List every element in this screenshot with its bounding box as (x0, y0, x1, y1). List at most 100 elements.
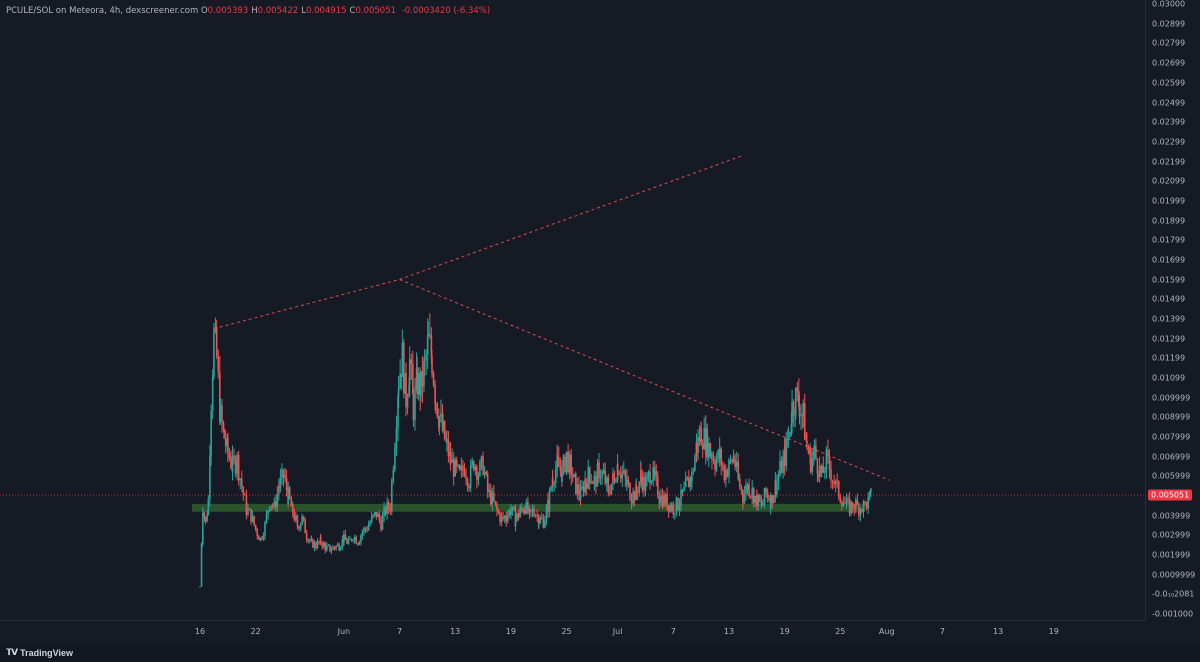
candle-body (723, 469, 726, 481)
candle-body (204, 516, 207, 522)
candle-body (429, 334, 431, 337)
candle-body (524, 509, 526, 514)
candle-body (841, 501, 843, 507)
candle-body (339, 547, 342, 550)
chart-legend: PCULE/SOL on Meteora, 4h, dexscreener.co… (6, 6, 493, 16)
candlestick-chart[interactable] (0, 0, 1145, 620)
candle-body (390, 481, 393, 512)
candle-body (447, 439, 450, 457)
tradingview-brand[interactable]: 𝗧𝗩 TradingView (6, 647, 73, 658)
candle-body (288, 487, 291, 499)
candle-body (658, 502, 661, 504)
candle-body (711, 453, 713, 460)
candle-body (520, 507, 523, 510)
candle-body (324, 546, 327, 551)
candle-body (399, 373, 401, 389)
candle-body (796, 387, 799, 392)
candle-body (248, 508, 251, 510)
candle-body (403, 342, 405, 394)
candle-body (850, 502, 852, 514)
candle-body (210, 411, 212, 456)
candle-body (369, 522, 371, 526)
candle-body (293, 513, 296, 521)
candle-body (769, 495, 772, 509)
candle-body (601, 471, 603, 478)
candle-body (616, 463, 619, 474)
price-tick-label: 0.006999 (1152, 452, 1191, 462)
candle-body (815, 445, 817, 459)
candle-body (350, 538, 353, 541)
candle-body (489, 489, 492, 505)
candle-body (301, 516, 303, 522)
candle-body (657, 477, 659, 497)
candle-body (364, 528, 367, 530)
candle-body (581, 486, 583, 489)
candle-body (575, 477, 577, 494)
candle-body (570, 461, 572, 476)
trendline[interactable] (399, 155, 744, 280)
price-tick-label: 0.01599 (1152, 275, 1186, 285)
trendline[interactable] (399, 279, 890, 481)
candle-body (386, 502, 388, 514)
price-tick-label: 0.01299 (1152, 334, 1186, 344)
candle-body (438, 416, 441, 428)
candle-body (298, 526, 300, 529)
candle-body (848, 498, 851, 514)
candle-body (228, 452, 231, 459)
candle-body (242, 487, 245, 495)
candle-body (502, 517, 504, 519)
time-tick-label: 25 (561, 627, 572, 636)
candle-body (531, 509, 534, 512)
brand-label: TradingView (20, 647, 73, 658)
candle-body (370, 515, 373, 523)
candle-body (466, 479, 469, 487)
candle-body (584, 479, 586, 484)
time-axis[interactable]: 16 22 Jun 7 13 19 25 Jul 7 13 19 25 Aug 7 13 19 (0, 620, 1145, 646)
candle-body (704, 429, 707, 455)
price-axis[interactable]: 0.03000 0.02899 0.02799 0.02699 0.02599 0.024… (1145, 0, 1200, 620)
candle-body (644, 480, 647, 492)
candle-body (281, 469, 283, 478)
candle-body (372, 514, 375, 516)
candle-body (746, 484, 749, 491)
ohlc-value: 0.005051 (355, 6, 397, 16)
candle-body (296, 521, 299, 527)
candle-body (802, 403, 804, 416)
candle-body (474, 466, 477, 470)
candle-body (809, 450, 812, 472)
price-tick-label: -0.001000 (1152, 609, 1194, 619)
candle-body (575, 473, 577, 478)
candle-body (803, 403, 806, 440)
candle-body (678, 504, 681, 510)
candle-body (416, 368, 418, 395)
candle-body (789, 431, 791, 437)
candle-body (660, 495, 662, 503)
candle-body (397, 388, 400, 398)
candle-body (751, 488, 753, 498)
candle-body (714, 467, 716, 470)
candle-body (595, 475, 597, 487)
candle-body (315, 547, 317, 549)
candle-body (321, 542, 323, 547)
candle-body (649, 482, 651, 484)
candle-body (316, 541, 319, 549)
candle-body (721, 465, 724, 468)
candle-body (217, 356, 220, 373)
candle-body (718, 448, 721, 459)
candle-body (497, 510, 500, 514)
candle-body (697, 437, 699, 454)
candle-body (525, 502, 528, 514)
chart-plot-area[interactable]: PCULE/SOL on Meteora, 4h, dexscreener.co… (0, 0, 1145, 620)
price-tick-label: 0.007999 (1152, 432, 1191, 442)
candle-body (251, 515, 254, 522)
candle-body (211, 376, 214, 412)
trendline[interactable] (213, 279, 400, 330)
candle-body (414, 387, 416, 420)
candle-body (854, 499, 857, 509)
candle-body (254, 524, 257, 530)
price-tick-label: 0.02799 (1152, 38, 1186, 48)
candle-body (227, 438, 229, 453)
candle-body (567, 451, 569, 473)
candle-body (754, 495, 757, 504)
candle-body (630, 502, 633, 504)
